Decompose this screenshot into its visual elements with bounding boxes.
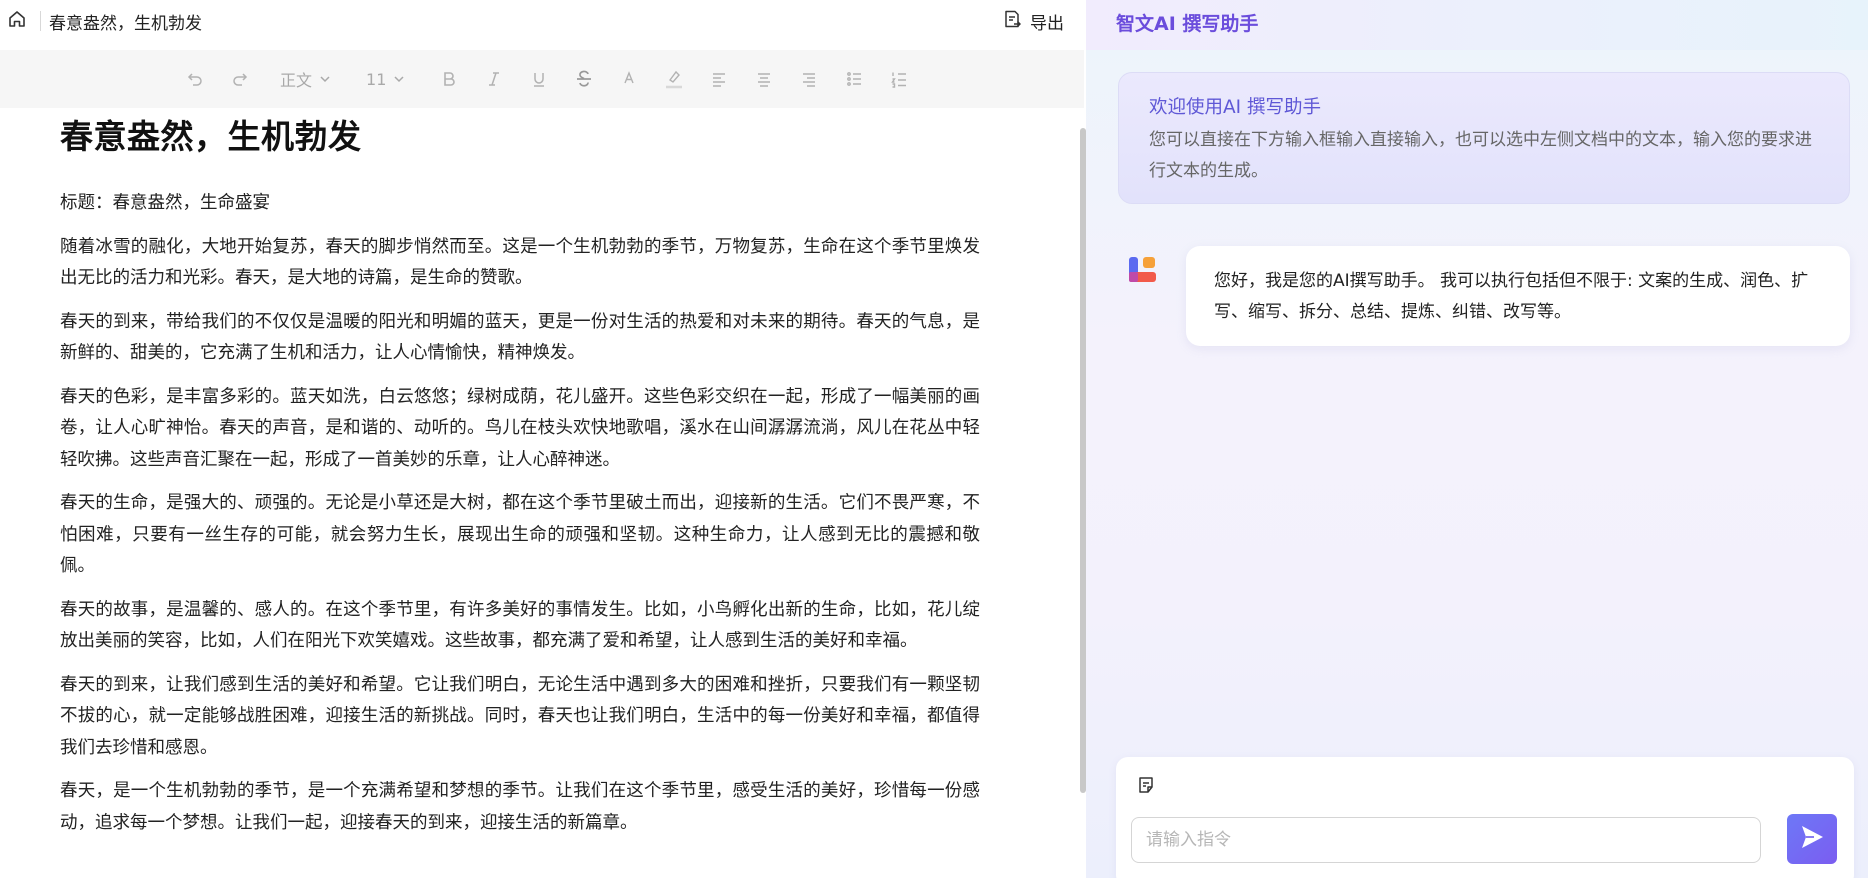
- export-label: 导出: [1030, 13, 1064, 34]
- document-heading: 春意盎然，生机勃发: [60, 117, 362, 156]
- document-tab-title: 春意盎然，生机勃发: [49, 13, 202, 34]
- bullet-list-button[interactable]: [831, 63, 876, 95]
- doc-paragraph: 春天的生命，是强大的、顽强的。无论是小草还是大树，都在这个季节里破土而出，迎接新…: [60, 493, 980, 576]
- welcome-card: 欢迎使用AI 撰写助手 您可以直接在下方输入框输入直接输入，也可以选中左侧文档中…: [1118, 72, 1850, 204]
- bullet-list-icon: [845, 70, 863, 88]
- format-toolbar: 正文 11: [0, 50, 1084, 108]
- strikethrough-button[interactable]: [561, 63, 606, 95]
- bold-icon: [440, 70, 458, 88]
- export-icon: [1002, 9, 1022, 34]
- composer: [1116, 757, 1854, 878]
- undo-icon: [186, 70, 204, 88]
- align-left-button[interactable]: [696, 63, 741, 95]
- doc-paragraph: 春天的到来，让我们感到生活的美好和希望。它让我们明白，无论生活中遇到多大的困难和…: [60, 674, 980, 758]
- align-left-icon: [710, 70, 728, 88]
- font-size-label: 11: [366, 69, 387, 89]
- align-right-button[interactable]: [786, 63, 831, 95]
- font-color-icon: [620, 70, 638, 88]
- editor-topbar: 春意盎然，生机勃发 导出: [0, 0, 1084, 42]
- paragraph-style-label: 正文: [280, 71, 313, 90]
- assistant-panel: 智文AI 撰写助手 欢迎使用AI 撰写助手 您可以直接在下方输入框输入直接输入，…: [1086, 0, 1868, 878]
- highlight-button[interactable]: [651, 63, 696, 95]
- home-icon: [7, 9, 27, 33]
- assistant-app-title: 智文AI 撰写助手: [1116, 12, 1259, 35]
- paragraph-style-dropdown[interactable]: 正文: [274, 63, 338, 95]
- chevron-down-icon: [392, 72, 406, 86]
- send-icon: [1798, 823, 1826, 855]
- chat-clear-icon: [1136, 775, 1156, 799]
- italic-button[interactable]: [471, 63, 516, 95]
- undo-button[interactable]: [172, 63, 217, 95]
- underline-icon: [530, 70, 548, 88]
- align-center-button[interactable]: [741, 63, 786, 95]
- command-input[interactable]: [1131, 817, 1761, 863]
- underline-button[interactable]: [516, 63, 561, 95]
- send-button[interactable]: [1787, 814, 1837, 864]
- doc-paragraph: 随着冰雪的融化，大地开始复苏，春天的脚步悄然而至。这是一个生机勃勃的季节，万物复…: [60, 236, 980, 289]
- align-right-icon: [800, 70, 818, 88]
- doc-paragraph: 标题：春意盎然，生命盛宴: [60, 193, 270, 213]
- welcome-description: 您可以直接在下方输入框输入直接输入，也可以选中左侧文档中的文本，输入您的要求进行…: [1149, 130, 1812, 181]
- new-chat-button[interactable]: [1134, 775, 1158, 799]
- strikethrough-icon: [574, 69, 594, 89]
- doc-paragraph: 春天的色彩，是丰富多彩的。蓝天如洗，白云悠悠；绿树成荫，花儿盛开。这些色彩交织在…: [60, 386, 980, 470]
- doc-paragraph: 春天的故事，是温馨的、感人的。在这个季节里，有许多美好的事情发生。比如，小鸟孵化…: [60, 599, 980, 652]
- editor-panel: 春意盎然，生机勃发 导出 正文 11 春意盎然，生机勃发 标题：春意盎然，生命盛…: [0, 0, 1084, 878]
- font-size-dropdown[interactable]: 11: [360, 63, 412, 95]
- doc-paragraph: 春天，是一个生机勃勃的季节，是一个充满希望和梦想的季节。让我们在这个季节里，感受…: [60, 781, 980, 833]
- highlight-icon: [663, 68, 685, 90]
- bot-message-bubble: 您好，我是您的AI撰写助手。 我可以执行包括但不限于: 文案的生成、润色、扩写、…: [1186, 246, 1850, 346]
- italic-icon: [485, 70, 503, 88]
- bold-button[interactable]: [426, 63, 471, 95]
- chevron-down-icon: [318, 72, 332, 86]
- redo-button[interactable]: [217, 63, 262, 95]
- topbar-divider: [40, 11, 41, 31]
- document-body[interactable]: 春意盎然，生机勃发 标题：春意盎然，生命盛宴 随着冰雪的融化，大地开始复苏，春天…: [60, 110, 980, 851]
- font-color-button[interactable]: [606, 63, 651, 95]
- numbered-list-button[interactable]: [876, 63, 921, 95]
- welcome-title: 欢迎使用AI 撰写助手: [1149, 97, 1321, 118]
- bot-avatar: [1126, 253, 1160, 287]
- doc-paragraph: 春天的到来，带给我们的不仅仅是温暖的阳光和明媚的蓝天，更是一份对生活的热爱和对未…: [60, 311, 980, 364]
- redo-icon: [231, 70, 249, 88]
- assistant-logo-icon: [1126, 257, 1160, 291]
- home-button[interactable]: [2, 0, 32, 42]
- align-center-icon: [755, 70, 773, 88]
- export-button[interactable]: 导出: [1002, 0, 1064, 42]
- numbered-list-icon: [890, 70, 908, 88]
